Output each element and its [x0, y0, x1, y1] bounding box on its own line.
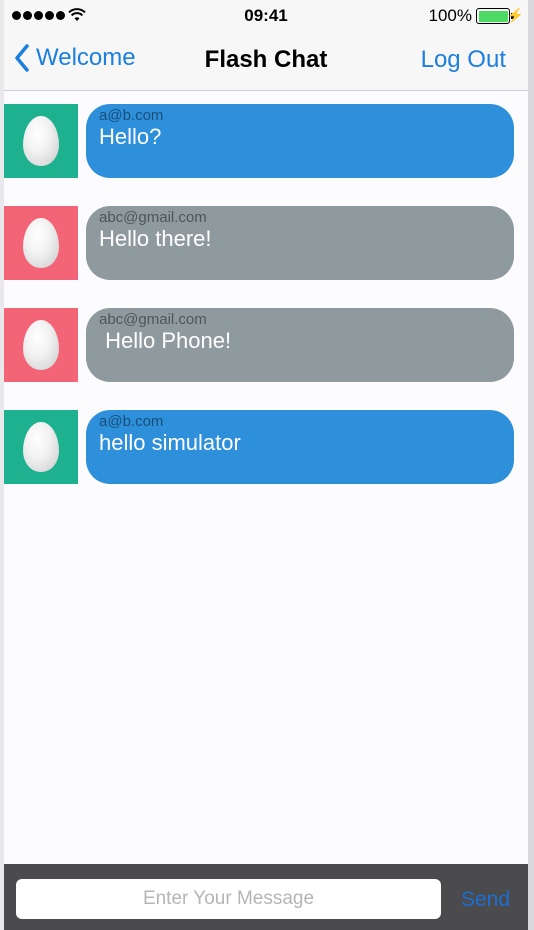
battery-percent: 100%	[428, 6, 472, 25]
message-sender: abc@gmail.com	[99, 209, 207, 226]
message-row: a@b.com hello simulator	[4, 397, 528, 484]
message-sender: abc@gmail.com	[99, 311, 207, 328]
compose-bar: Send	[4, 864, 528, 930]
message-text: hello simulator	[99, 430, 241, 455]
message-bubble: abc@gmail.com Hello Phone!	[86, 308, 514, 382]
message-bubble: a@b.com hello simulator	[86, 410, 514, 484]
send-button[interactable]: Send	[461, 888, 510, 912]
chat-screen: 09:41 100% ⚡ Welcome Flash Chat Log Out …	[4, 0, 528, 930]
message-sender: a@b.com	[99, 107, 164, 124]
message-input[interactable]	[16, 879, 441, 919]
avatar	[4, 206, 78, 280]
right-edge	[528, 0, 534, 930]
charging-bolt-icon: ⚡	[506, 7, 524, 23]
avatar	[4, 104, 78, 178]
avatar	[4, 308, 78, 382]
battery-icon	[476, 8, 514, 24]
message-row: abc@gmail.com Hello Phone!	[4, 295, 528, 382]
egg-icon	[23, 422, 59, 472]
egg-icon	[23, 116, 59, 166]
message-bubble: a@b.com Hello?	[86, 104, 514, 178]
message-row: a@b.com Hello?	[4, 91, 528, 178]
message-row: abc@gmail.com Hello there!	[4, 193, 528, 280]
message-text: Hello there!	[99, 226, 212, 251]
navigation-bar: Welcome Flash Chat Log Out	[4, 32, 528, 91]
message-bubble: abc@gmail.com Hello there!	[86, 206, 514, 280]
message-sender: a@b.com	[99, 413, 164, 430]
message-text: Hello?	[99, 124, 162, 149]
message-text: Hello Phone!	[99, 328, 232, 353]
log-out-button[interactable]: Log Out	[421, 46, 506, 74]
status-bar: 09:41 100% ⚡	[4, 0, 528, 32]
avatar	[4, 410, 78, 484]
egg-icon	[23, 218, 59, 268]
egg-icon	[23, 320, 59, 370]
